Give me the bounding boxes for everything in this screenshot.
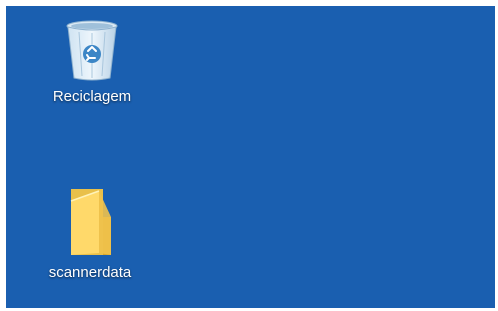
scannerdata-folder-shortcut[interactable]: scannerdata: [40, 189, 140, 282]
recycle-bin-label: Reciclagem: [52, 88, 132, 105]
recycle-bin-icon: [60, 18, 124, 82]
recycle-bin-shortcut[interactable]: Reciclagem: [42, 18, 142, 106]
folder-icon: [58, 189, 122, 255]
desktop[interactable]: Reciclagem scannerdata: [6, 6, 495, 308]
scannerdata-label: scannerdata: [48, 264, 132, 281]
